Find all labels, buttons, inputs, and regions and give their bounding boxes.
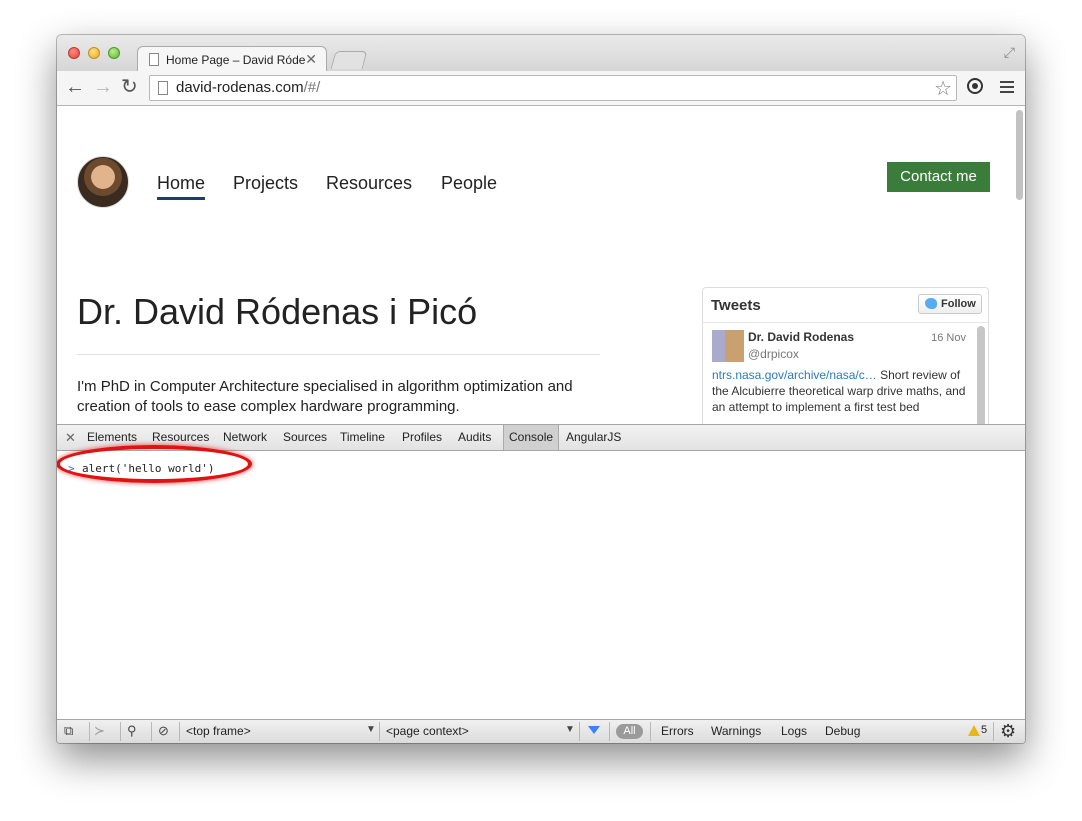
divider bbox=[151, 722, 152, 741]
new-tab-button[interactable] bbox=[330, 51, 368, 69]
title-bar: Home Page – David Ródenas i Picó ✕ ⤢ bbox=[57, 35, 1025, 72]
frame-select[interactable]: <top frame> bbox=[186, 724, 251, 738]
browser-menu-icon[interactable] bbox=[1000, 81, 1014, 96]
divider bbox=[89, 722, 90, 741]
tab-console[interactable]: Console bbox=[503, 425, 560, 450]
context-select[interactable]: <page context> bbox=[386, 724, 469, 738]
warning-icon[interactable] bbox=[968, 725, 980, 736]
page-icon bbox=[158, 81, 168, 95]
tweet-date[interactable]: 16 Nov bbox=[931, 332, 966, 344]
tab-sources[interactable]: Sources bbox=[278, 425, 332, 450]
address-bar[interactable]: david-rodenas.com/#/ ☆ bbox=[149, 75, 957, 101]
console-panel[interactable]: > alert('hello world') bbox=[57, 445, 1025, 719]
tweet-link[interactable]: ntrs.nasa.gov/archive/nasa/c… bbox=[712, 368, 877, 382]
forward-arrow-icon[interactable]: → bbox=[93, 77, 113, 97]
divider bbox=[179, 722, 180, 741]
minimize-window-button[interactable] bbox=[88, 47, 100, 59]
nav-resources[interactable]: Resources bbox=[326, 173, 412, 194]
divider bbox=[77, 354, 600, 355]
maximize-window-button[interactable] bbox=[108, 47, 120, 59]
tab-angularjs[interactable]: AngularJS bbox=[561, 425, 626, 450]
browser-window: Home Page – David Ródenas i Picó ✕ ⤢ ← →… bbox=[57, 35, 1025, 743]
avatar bbox=[77, 156, 129, 208]
browser-toolbar: ← → ↻ david-rodenas.com/#/ ☆ bbox=[57, 71, 1025, 106]
bookmark-star-icon[interactable]: ☆ bbox=[934, 76, 952, 101]
page-title: Dr. David Ródenas i Picó bbox=[77, 291, 478, 332]
follow-label: Follow bbox=[941, 298, 976, 310]
tweet-handle[interactable]: @drpicox bbox=[748, 347, 799, 361]
nav-people[interactable]: People bbox=[441, 173, 497, 194]
nav-home[interactable]: Home bbox=[157, 173, 206, 200]
divider bbox=[650, 722, 651, 741]
divider bbox=[609, 722, 610, 741]
tab-network[interactable]: Network bbox=[218, 425, 272, 450]
tab-title: Home Page – David Ródenas i Picó bbox=[166, 53, 306, 67]
close-tab-icon[interactable]: ✕ bbox=[305, 51, 317, 68]
tweet-author[interactable]: Dr. David Rodenas bbox=[748, 330, 854, 344]
tweets-widget: Tweets Follow Dr. David Rodenas @drpicox… bbox=[702, 287, 989, 424]
devtools-statusbar: ⧉ ≻ ⚲ ⊘ <top frame> ▼ <page context> ▼ A… bbox=[57, 719, 1025, 743]
tab-timeline[interactable]: Timeline bbox=[335, 425, 390, 450]
reload-icon[interactable]: ↻ bbox=[121, 77, 138, 97]
filter-all[interactable]: All bbox=[616, 724, 643, 739]
url-path: /#/ bbox=[303, 79, 321, 96]
close-window-button[interactable] bbox=[68, 47, 80, 59]
drawer-icon[interactable]: ≻ bbox=[94, 723, 105, 739]
nav-projects[interactable]: Projects bbox=[233, 173, 298, 194]
fullscreen-icon[interactable]: ⤢ bbox=[1004, 44, 1015, 61]
filter-logs[interactable]: Logs bbox=[781, 724, 807, 738]
extension-icon[interactable] bbox=[967, 78, 983, 94]
back-arrow-icon[interactable]: ← bbox=[65, 77, 85, 97]
tweet-text: ntrs.nasa.gov/archive/nasa/c… Short revi… bbox=[712, 367, 967, 415]
chevron-down-icon[interactable]: ▼ bbox=[366, 724, 376, 735]
tweets-title: Tweets bbox=[711, 297, 761, 314]
chevron-down-icon[interactable]: ▼ bbox=[565, 724, 575, 735]
url-domain: david-rodenas.com bbox=[176, 79, 304, 96]
tweets-scrollbar[interactable] bbox=[977, 326, 985, 424]
browser-tab[interactable]: Home Page – David Ródenas i Picó ✕ bbox=[137, 46, 327, 72]
close-devtools-icon[interactable]: ✕ bbox=[65, 430, 76, 446]
clear-console-icon[interactable]: ⊘ bbox=[158, 723, 169, 739]
tweet-avatar[interactable] bbox=[712, 330, 744, 362]
filter-errors[interactable]: Errors bbox=[661, 724, 694, 738]
divider bbox=[579, 722, 580, 741]
gear-icon[interactable]: ⚙ bbox=[1000, 721, 1016, 742]
search-icon[interactable]: ⚲ bbox=[127, 723, 137, 739]
warning-count[interactable]: 5 bbox=[981, 724, 987, 736]
intro-text: I'm PhD in Computer Architecture special… bbox=[77, 378, 573, 415]
page-viewport: Home Projects Resources People Contact m… bbox=[57, 106, 1025, 424]
contact-button[interactable]: Contact me bbox=[887, 162, 990, 192]
filter-warnings[interactable]: Warnings bbox=[711, 724, 761, 738]
divider bbox=[993, 722, 994, 741]
filter-debug[interactable]: Debug bbox=[825, 724, 860, 738]
tab-audits[interactable]: Audits bbox=[453, 425, 496, 450]
document-icon bbox=[149, 53, 159, 66]
tab-profiles[interactable]: Profiles bbox=[397, 425, 447, 450]
divider bbox=[379, 722, 380, 741]
dock-icon[interactable]: ⧉ bbox=[64, 723, 73, 739]
tweets-divider bbox=[703, 322, 988, 323]
follow-button[interactable]: Follow bbox=[918, 294, 982, 314]
divider bbox=[120, 722, 121, 741]
filter-icon[interactable] bbox=[588, 726, 600, 734]
console-command[interactable]: alert('hello world') bbox=[82, 462, 214, 475]
url-text[interactable]: david-rodenas.com/#/ bbox=[176, 79, 320, 96]
twitter-bird-icon bbox=[925, 298, 937, 309]
page-scrollbar[interactable] bbox=[1016, 110, 1023, 200]
console-prompt-icon: > bbox=[68, 462, 75, 475]
